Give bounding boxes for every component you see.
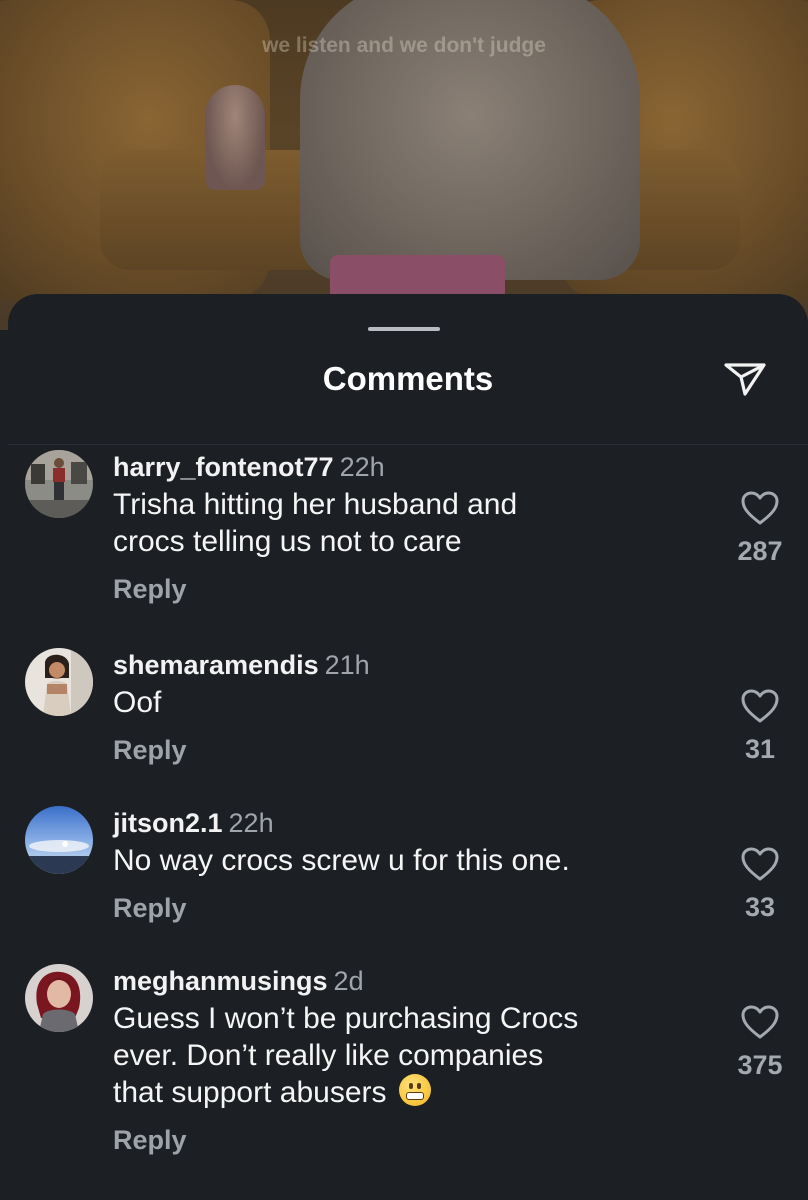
comment-body: jitson2.1 22h No way crocs screw u for th… — [113, 806, 693, 924]
sheet-title: Comments — [322, 360, 494, 397]
like-count: 33 — [744, 892, 776, 922]
like-count: 375 — [737, 1050, 783, 1080]
like-group: 33 — [720, 846, 800, 923]
comments-sheet: Comments harry_fontenot77 22h Trisha hitt… — [8, 294, 808, 1200]
avatar[interactable] — [25, 450, 93, 518]
avatar[interactable] — [25, 964, 93, 1032]
heart-icon[interactable] — [740, 490, 780, 526]
avatar[interactable] — [25, 806, 93, 874]
reply-button[interactable]: Reply — [113, 1125, 693, 1156]
comment-text-line: crocs telling us not to care — [113, 525, 462, 558]
comment-header: jitson2.1 22h — [113, 806, 693, 840]
like-count: 287 — [737, 536, 783, 566]
comment-item: shemaramendis 21h Oof Reply 31 — [25, 648, 800, 778]
comment-username[interactable]: meghanmusings — [113, 966, 328, 996]
reply-button[interactable]: Reply — [113, 735, 693, 766]
comment-text-line: that support abusers — [113, 1076, 387, 1109]
heart-icon[interactable] — [740, 846, 780, 882]
emoji-teeth — [405, 1092, 424, 1100]
comment-item: meghanmusings 2d Guess I won’t be purchas… — [25, 964, 800, 1194]
comment-text-line: No way crocs screw u for this one. — [113, 844, 570, 877]
doll-shape — [205, 85, 265, 190]
comment-text: No way crocs screw u for this one. — [113, 842, 693, 879]
comment-username[interactable]: jitson2.1 — [113, 808, 223, 838]
send-icon[interactable] — [720, 357, 770, 399]
like-group: 31 — [720, 688, 800, 765]
comment-body: shemaramendis 21h Oof Reply — [113, 648, 693, 766]
comment-item: jitson2.1 22h No way crocs screw u for th… — [25, 806, 800, 936]
comment-time: 2d — [333, 966, 364, 996]
comment-text-line: Guess I won’t be purchasing Crocs — [113, 1002, 579, 1035]
comment-text: Guess I won’t be purchasing Crocs ever. … — [113, 1000, 693, 1111]
comment-time: 22h — [228, 808, 274, 838]
comment-text: Trisha hitting her husband and crocs tel… — [113, 486, 693, 560]
comment-text-line-with-emoji: that support abusers — [113, 1074, 693, 1111]
heart-icon[interactable] — [740, 688, 780, 724]
comment-time: 22h — [339, 452, 385, 482]
comment-item: harry_fontenot77 22h Trisha hitting her h… — [25, 450, 800, 620]
video-background[interactable]: we listen and we don't judge — [0, 0, 808, 330]
comment-text-line: ever. Don’t really like companies — [113, 1039, 544, 1072]
comment-text: Oof — [113, 684, 693, 721]
comment-body: meghanmusings 2d Guess I won’t be purchas… — [113, 964, 693, 1156]
video-caption: we listen and we don't judge — [262, 34, 546, 57]
comment-text-line: Oof — [113, 686, 162, 719]
comment-username[interactable]: shemaramendis — [113, 650, 319, 680]
grimacing-face-icon — [398, 1074, 431, 1106]
drag-handle[interactable] — [368, 327, 440, 331]
comment-header: shemaramendis 21h — [113, 648, 693, 682]
reply-button[interactable]: Reply — [113, 574, 693, 605]
comment-header: meghanmusings 2d — [113, 964, 693, 998]
like-group: 375 — [720, 1004, 800, 1081]
like-group: 287 — [720, 490, 800, 567]
comment-text-line: Trisha hitting her husband and — [113, 488, 518, 521]
comment-time: 21h — [324, 650, 370, 680]
comment-header: harry_fontenot77 22h — [113, 450, 693, 484]
like-count: 31 — [744, 734, 776, 764]
reply-button[interactable]: Reply — [113, 893, 693, 924]
avatar[interactable] — [25, 648, 93, 716]
heart-icon[interactable] — [740, 1004, 780, 1040]
header-divider — [8, 444, 808, 445]
comment-username[interactable]: harry_fontenot77 — [113, 452, 334, 482]
comment-body: harry_fontenot77 22h Trisha hitting her h… — [113, 450, 693, 605]
